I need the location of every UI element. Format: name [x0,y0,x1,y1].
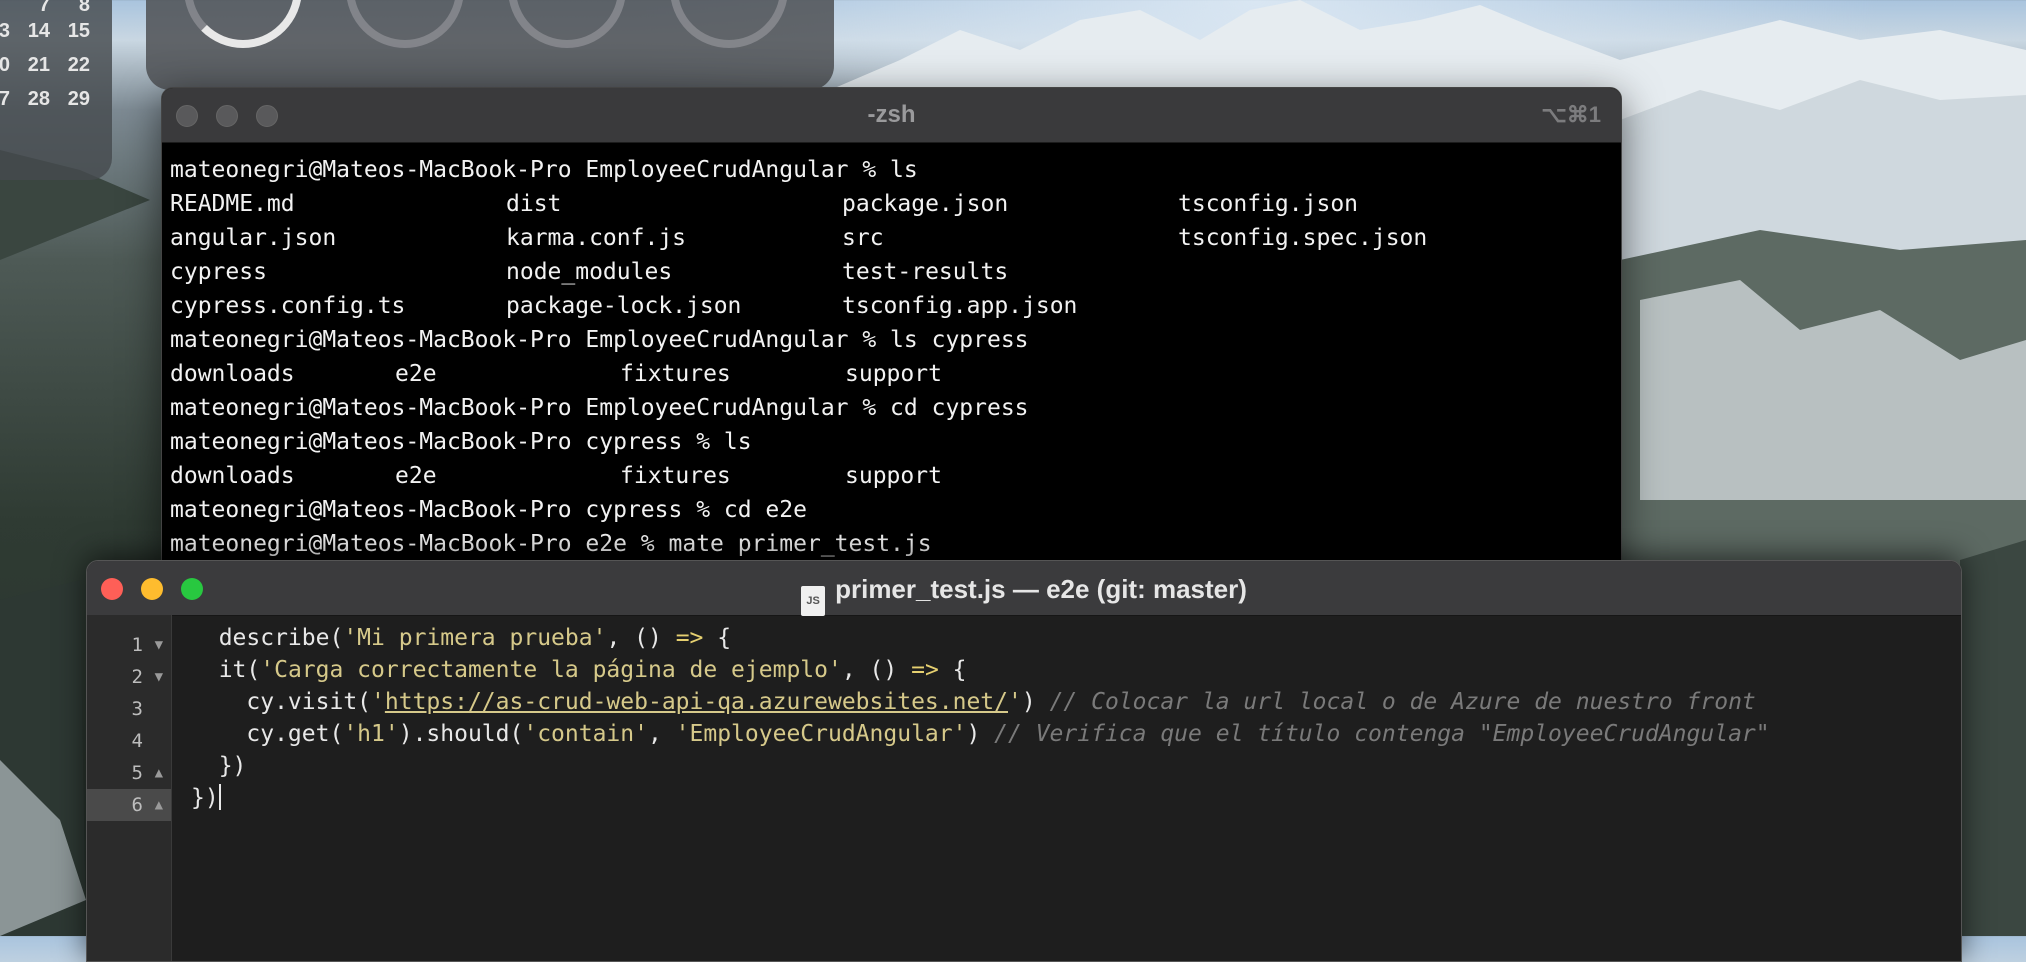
editor-title-text: primer_test.js — e2e (git: master) [835,574,1247,604]
calendar-day: 22 [67,54,90,76]
code-line: }) [191,753,247,779]
terminal-line: mateonegri@Mateos-MacBook-Pro EmployeeCr… [170,327,1029,353]
calendar-day: 13 [0,20,10,42]
ls-entry: angular.json [170,225,337,251]
ls-entry: fixtures [620,361,731,387]
terminal-ls-row: angular.json karma.conf.js src tsconfig.spe… [170,221,1611,255]
calendar-week-row: 27 28 29 [0,88,90,111]
terminal-line: mateonegri@Mateos-MacBook-Pro e2e % mate… [170,531,932,557]
battery-ring-icon [670,0,788,48]
terminal-line: mateonegri@Mateos-MacBook-Pro EmployeeCr… [170,157,918,183]
terminal-line: mateonegri@Mateos-MacBook-Pro cypress % … [170,429,752,455]
text-cursor [218,784,221,810]
editor-titlebar[interactable]: JS primer_test.js — e2e (git: master) [87,561,1961,616]
fold-arrow-icon[interactable]: ▲ [155,757,163,789]
js-file-icon: JS [801,586,826,616]
ls-entry: test-results [842,259,1009,285]
terminal-window[interactable]: -zsh ⌥⌘1 mateonegri@Mateos-MacBook-Pro E… [161,87,1622,609]
calendar-day: 29 [67,88,90,110]
terminal-ls-row: downloads e2e fixtures support [170,459,1611,493]
batteries-widget[interactable] [146,0,834,90]
calendar-day: 15 [67,20,90,42]
ls-entry: cypress [170,259,267,285]
calendar-week-row: 13 14 15 [0,20,90,43]
terminal-ls-row: downloads e2e fixtures support [170,357,1611,391]
calendar-day: 27 [0,88,10,110]
terminal-ls-row: README.md dist package.json tsconfig.json [170,187,1611,221]
calendar-week-row: 20 21 22 [0,54,90,77]
ls-entry: fixtures [620,463,731,489]
window-title: JS primer_test.js — e2e (git: master) [87,574,1961,616]
calendar-day: 28 [27,88,50,110]
battery-ring-icon [184,0,302,48]
code-line: cy.visit('https://as-crud-web-api-qa.azu… [191,689,1756,715]
terminal-ls-row: cypress node_modules test-results [170,255,1611,289]
ls-entry [1178,255,1514,289]
terminal-line: mateonegri@Mateos-MacBook-Pro EmployeeCr… [170,395,1029,421]
terminal-output[interactable]: mateonegri@Mateos-MacBook-Pro EmployeeCr… [162,143,1621,561]
line-number: 4 [131,730,143,752]
code-line: describe('Mi primera prueba', () => { [191,625,732,651]
ls-entry: dist [506,191,562,217]
line-number-gutter[interactable]: 1 ▼ 2 ▼ 3 4 5 ▲ 6 ▲ [87,615,172,961]
terminal-ls-row: cypress.config.ts package-lock.json tsconf… [170,289,1611,323]
terminal-line: mateonegri@Mateos-MacBook-Pro cypress % … [170,497,807,523]
ls-entry: cypress.config.ts [170,293,406,319]
line-number: 3 [131,698,143,720]
battery-ring-icon [346,0,464,48]
terminal-titlebar[interactable]: -zsh ⌥⌘1 [162,88,1621,143]
calendar-day: 20 [0,54,10,76]
ls-entry: downloads [170,361,295,387]
code-line: }) [191,784,221,811]
code-line: it('Carga correctamente la página de eje… [191,657,967,683]
fold-arrow-icon[interactable]: ▼ [155,661,163,693]
line-number: 2 ▼ [87,661,171,693]
ls-entry: support [845,463,942,489]
line-number: 1 ▼ [87,629,171,661]
fold-arrow-icon[interactable]: ▲ [155,789,163,821]
ls-entry: tsconfig.app.json [842,293,1078,319]
ls-entry: tsconfig.json [1178,191,1359,217]
window-title: -zsh [867,101,916,128]
ls-entry: e2e [395,463,437,489]
calendar-week-row: 7 8 [0,0,90,17]
editor-window[interactable]: JS primer_test.js — e2e (git: master) 1 ▼ … [86,560,1962,962]
line-number-current: 6 ▲ [87,789,171,821]
code-editor[interactable]: describe('Mi primera prueba', () => { it… [191,622,1770,814]
calendar-day: 21 [27,54,50,76]
calendar-widget[interactable]: 7 8 13 14 15 20 21 22 27 28 29 [0,0,112,180]
ls-entry: node_modules [506,259,673,285]
fold-arrow-icon[interactable]: ▼ [155,629,163,661]
ls-entry: tsconfig.spec.json [1178,225,1428,251]
ls-entry: support [845,361,942,387]
code-line: cy.get('h1').should('contain', 'Employee… [191,721,1770,747]
calendar-day: 8 [78,0,90,16]
ls-entry: README.md [170,191,295,217]
ls-entry: package.json [842,191,1009,217]
ls-entry: src [842,225,884,251]
ls-entry: karma.conf.js [506,225,687,251]
ls-entry [1178,289,1514,323]
ls-entry: downloads [170,463,295,489]
code-url-link[interactable]: https://as-crud-web-api-qa.azurewebsites… [385,689,1008,715]
calendar-day: 14 [27,20,50,42]
line-number: 5 ▲ [87,757,171,789]
calendar-day: 7 [38,0,50,16]
ls-entry: package-lock.json [506,293,742,319]
battery-ring-icon [508,0,626,48]
ls-entry: e2e [395,361,437,387]
window-shortcut-label: ⌥⌘1 [1541,102,1601,127]
